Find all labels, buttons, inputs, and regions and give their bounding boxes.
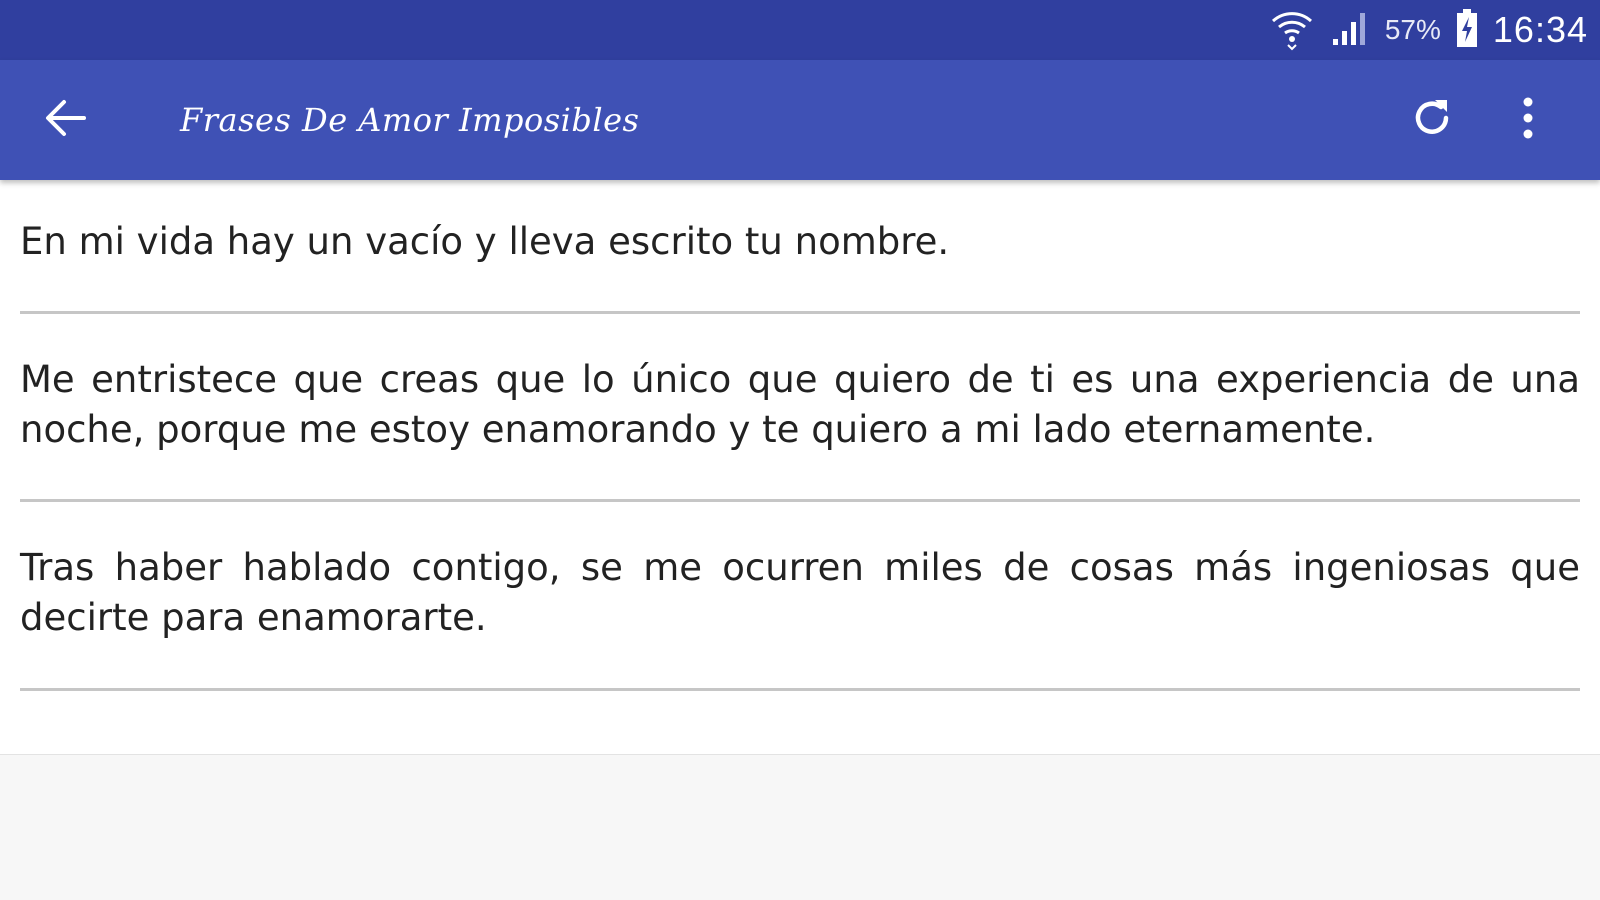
refresh-icon bbox=[1409, 95, 1455, 145]
list-divider bbox=[20, 311, 1580, 314]
battery-percentage: 57% bbox=[1384, 14, 1441, 45]
list-item[interactable]: Me entristece que creas que lo único que… bbox=[20, 355, 1580, 455]
app-title: Frases De Amor Imposibles bbox=[180, 101, 640, 139]
refresh-button[interactable] bbox=[1402, 90, 1462, 150]
list-divider bbox=[20, 499, 1580, 502]
back-arrow-icon bbox=[44, 96, 88, 144]
status-time: 16:34 bbox=[1492, 9, 1588, 50]
wifi-icon bbox=[1269, 5, 1315, 55]
more-options-button[interactable] bbox=[1498, 90, 1558, 150]
app-screen: 57% 16:34 Frases De Amor Imposibles En m… bbox=[0, 0, 1600, 900]
phrase-list: En mi vida hay un vacío y lleva escrito … bbox=[0, 180, 1600, 755]
signal-icon bbox=[1329, 7, 1371, 53]
list-divider bbox=[20, 688, 1580, 691]
more-vert-icon bbox=[1518, 94, 1538, 146]
back-button[interactable] bbox=[36, 90, 96, 150]
battery-charging-icon bbox=[1455, 8, 1479, 52]
list-item[interactable]: Tras haber hablado contigo, se me ocurre… bbox=[20, 543, 1580, 643]
status-bar: 57% 16:34 bbox=[0, 0, 1600, 60]
list-item[interactable]: En mi vida hay un vacío y lleva escrito … bbox=[20, 217, 1580, 267]
app-bar: Frases De Amor Imposibles bbox=[0, 60, 1600, 180]
status-icons: 57% 16:34 bbox=[1269, 0, 1588, 60]
